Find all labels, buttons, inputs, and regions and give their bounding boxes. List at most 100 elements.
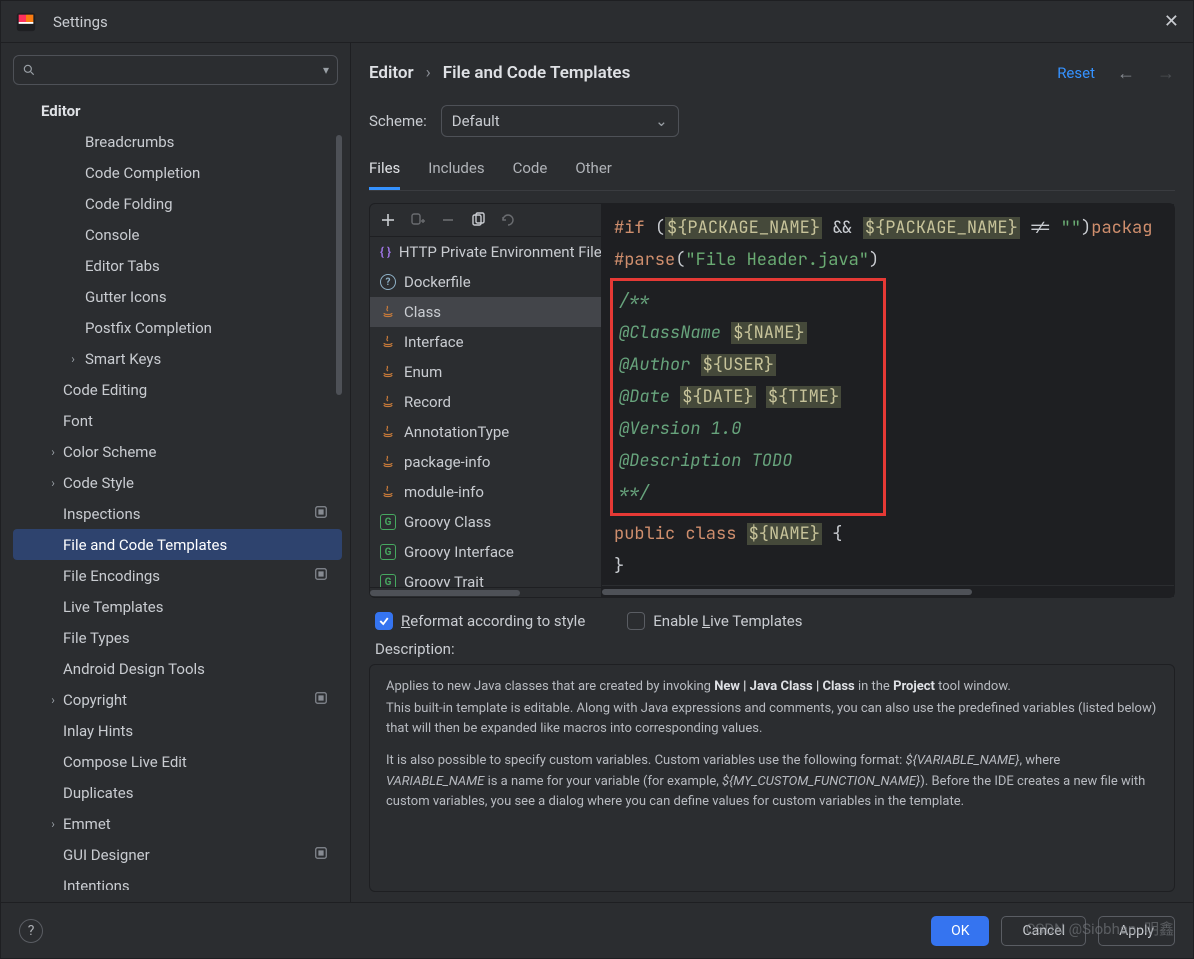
java-icon [380, 484, 396, 500]
scheme-label: Scheme: [369, 112, 427, 130]
sidebar-item[interactable]: Postfix Completion [13, 312, 342, 343]
template-item[interactable]: Enum [370, 357, 601, 387]
groovy-icon: G [380, 574, 396, 587]
sidebar-item[interactable]: Inlay Hints [13, 715, 342, 746]
template-list-hscroll[interactable] [370, 587, 601, 597]
description-box: Applies to new Java classes that are cre… [369, 664, 1175, 892]
apply-button[interactable]: Apply [1098, 916, 1175, 946]
scope-icon [314, 567, 328, 585]
search-icon [22, 63, 36, 77]
remove-template-icon [440, 212, 456, 228]
tab-includes[interactable]: Includes [428, 159, 484, 190]
braces-icon: { } [380, 244, 391, 260]
template-item[interactable]: { }HTTP Private Environment File [370, 237, 601, 267]
app-icon [15, 11, 37, 33]
template-list[interactable]: { }HTTP Private Environment File?Dockerf… [370, 237, 601, 587]
sidebar: ▾ Editor BreadcrumbsCode CompletionCode … [1, 43, 351, 902]
sidebar-item[interactable]: Code Editing [13, 374, 342, 405]
sidebar-item[interactable]: ›Emmet [13, 808, 342, 839]
tree-header-editor[interactable]: Editor [13, 95, 342, 126]
sidebar-item[interactable]: Gutter Icons [13, 281, 342, 312]
nav-back-icon[interactable]: ← [1117, 63, 1135, 84]
scope-icon [314, 505, 328, 523]
titlebar: Settings ✕ [1, 1, 1193, 43]
sidebar-item[interactable]: ›Code Style [13, 467, 342, 498]
sidebar-item[interactable]: Android Design Tools [13, 653, 342, 684]
java-icon [380, 454, 396, 470]
sidebar-item[interactable]: ›Copyright [13, 684, 342, 715]
code-hscroll[interactable] [602, 585, 1174, 597]
sidebar-item[interactable]: ›Color Scheme [13, 436, 342, 467]
sidebar-item[interactable]: Compose Live Edit [13, 746, 342, 777]
scheme-select[interactable]: Default ⌄ [441, 105, 679, 137]
template-item[interactable]: ?Dockerfile [370, 267, 601, 297]
sidebar-item[interactable]: File and Code Templates [13, 529, 342, 560]
template-item[interactable]: package-info [370, 447, 601, 477]
template-item[interactable]: GGroovy Class [370, 507, 601, 537]
tab-code[interactable]: Code [513, 159, 548, 190]
sidebar-item[interactable]: ›Smart Keys [13, 343, 342, 374]
footer: ? OK Cancel Apply [1, 902, 1193, 958]
scope-icon [314, 846, 328, 864]
q-icon: ? [380, 274, 396, 290]
chevron-down-icon: ⌄ [655, 112, 668, 130]
java-icon [380, 334, 396, 350]
java-icon [380, 394, 396, 410]
enable-live-templates-checkbox[interactable]: Enable Live Templates [627, 612, 802, 630]
settings-tree: Editor BreadcrumbsCode CompletionCode Fo… [13, 95, 342, 890]
sidebar-item[interactable]: Breadcrumbs [13, 126, 342, 157]
breadcrumb-leaf: File and Code Templates [443, 63, 631, 83]
java-icon [380, 364, 396, 380]
breadcrumb: Editor › File and Code Templates [369, 63, 630, 83]
add-child-template-icon [410, 212, 426, 228]
reformat-checkbox[interactable]: RReformat according to styleeformat acco… [375, 612, 585, 630]
sidebar-item[interactable]: Code Completion [13, 157, 342, 188]
sidebar-item[interactable]: Font [13, 405, 342, 436]
template-item[interactable]: GGroovy Trait [370, 567, 601, 587]
copy-template-icon[interactable] [470, 212, 486, 228]
template-item[interactable]: Record [370, 387, 601, 417]
tab-other[interactable]: Other [575, 159, 612, 190]
sidebar-item[interactable]: Inspections [13, 498, 342, 529]
sidebar-item[interactable]: Editor Tabs [13, 250, 342, 281]
undo-icon [500, 212, 516, 228]
sidebar-item[interactable]: Live Templates [13, 591, 342, 622]
window-title: Settings [53, 13, 108, 31]
search-input[interactable]: ▾ [13, 55, 338, 85]
groovy-icon: G [380, 544, 396, 560]
scope-icon [314, 691, 328, 709]
template-item[interactable]: Class [370, 297, 601, 327]
template-tabs: Files Includes Code Other [369, 159, 1175, 191]
add-template-icon[interactable] [380, 212, 396, 228]
breadcrumb-root[interactable]: Editor [369, 63, 414, 83]
template-item[interactable]: GGroovy Interface [370, 537, 601, 567]
sidebar-item[interactable]: Intentions [13, 870, 342, 890]
template-item[interactable]: module-info [370, 477, 601, 507]
reset-link[interactable]: Reset [1057, 64, 1095, 82]
template-list-panel: { }HTTP Private Environment File?Dockerf… [370, 204, 602, 597]
help-icon[interactable]: ? [19, 919, 43, 943]
java-icon [380, 304, 396, 320]
checkbox-unchecked-icon [627, 612, 645, 630]
sidebar-item[interactable]: Duplicates [13, 777, 342, 808]
highlighted-comment-block: /** @ClassName ${NAME} @Author ${USER} @… [610, 278, 886, 516]
nav-forward-icon: → [1157, 63, 1175, 84]
template-item[interactable]: AnnotationType [370, 417, 601, 447]
sidebar-item[interactable]: File Encodings [13, 560, 342, 591]
description-label: Description: [369, 640, 1175, 664]
code-editor[interactable]: #if (${PACKAGE_NAME} && ${PACKAGE_NAME} … [602, 204, 1174, 585]
checkbox-checked-icon [375, 612, 393, 630]
sidebar-item[interactable]: GUI Designer [13, 839, 342, 870]
template-item[interactable]: Interface [370, 327, 601, 357]
tab-files[interactable]: Files [369, 159, 400, 190]
sidebar-item[interactable]: Console [13, 219, 342, 250]
ok-button[interactable]: OK [931, 916, 989, 946]
sidebar-item[interactable]: File Types [13, 622, 342, 653]
sidebar-item[interactable]: Code Folding [13, 188, 342, 219]
close-icon[interactable]: ✕ [1164, 11, 1179, 32]
cancel-button[interactable]: Cancel [1001, 916, 1086, 946]
groovy-icon: G [380, 514, 396, 530]
tree-scrollbar[interactable] [336, 95, 342, 890]
java-icon [380, 424, 396, 440]
template-toolbar [370, 204, 601, 237]
